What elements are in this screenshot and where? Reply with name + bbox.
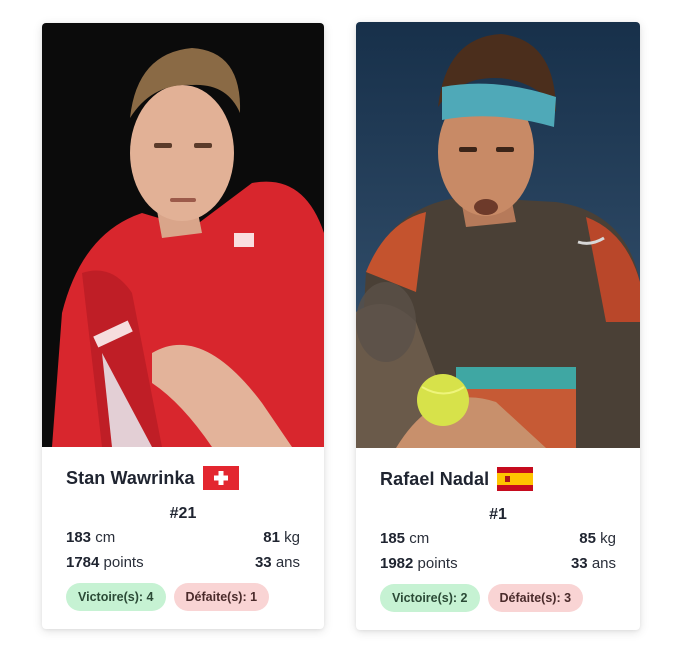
player-rank: #21 bbox=[169, 505, 197, 522]
height-stat: 185 cm bbox=[380, 530, 430, 547]
player-card-wawrinka[interactable]: Stan Wawrinka #21 183 cm 81 kg 1784 poin… bbox=[42, 23, 324, 629]
stat-row-points-age: 1784 points 33 ans bbox=[66, 552, 300, 574]
wins-badge: Victoire(s): 2 bbox=[380, 584, 480, 612]
player-photo bbox=[356, 22, 640, 448]
points-stat: 1784 points bbox=[66, 554, 144, 571]
stat-row-points-age: 1982 points 33 ans bbox=[380, 553, 616, 575]
weight-stat: 81 kg bbox=[263, 529, 300, 546]
stat-row-height-weight: 183 cm 81 kg bbox=[66, 527, 300, 549]
player-name: Stan Wawrinka bbox=[66, 467, 195, 488]
switzerland-flag-icon bbox=[202, 466, 239, 490]
stat-row-height-weight: 185 cm 85 kg bbox=[380, 528, 616, 550]
age-stat: 33 ans bbox=[254, 554, 300, 571]
losses-badge: Défaite(s): 1 bbox=[173, 583, 270, 611]
player-photo bbox=[42, 23, 324, 447]
points-stat: 1982 points bbox=[380, 555, 458, 572]
losses-badge: Défaite(s): 3 bbox=[487, 584, 584, 612]
player-name: Rafael Nadal bbox=[380, 468, 490, 489]
weight-stat: 85 kg bbox=[579, 530, 616, 547]
wins-badge: Victoire(s): 4 bbox=[66, 583, 166, 611]
age-stat: 33 ans bbox=[570, 555, 616, 572]
player-card-nadal[interactable]: Rafael Nadal #1 185 cm 85 kg 1982 points… bbox=[356, 22, 640, 630]
player-rank: #1 bbox=[489, 506, 507, 523]
height-stat: 183 cm bbox=[66, 529, 116, 546]
spain-flag-icon bbox=[497, 467, 534, 491]
